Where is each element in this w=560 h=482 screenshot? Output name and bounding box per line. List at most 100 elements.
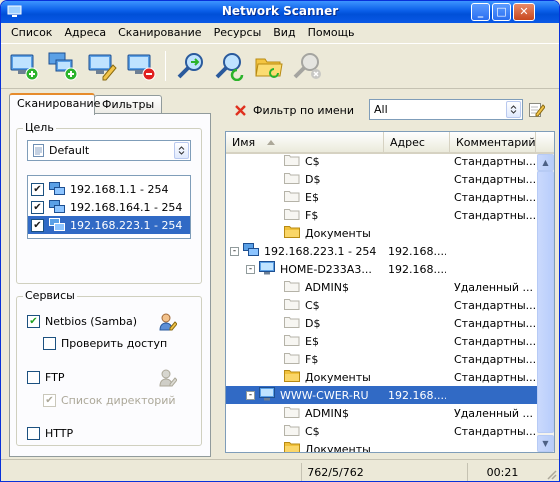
open-folder-icon xyxy=(255,58,283,78)
scroll-down-button[interactable]: ▼ xyxy=(537,435,554,452)
scan-button[interactable] xyxy=(174,48,208,84)
vertical-scrollbar[interactable]: ▲ ▼ xyxy=(537,154,554,452)
collapse-icon[interactable]: - xyxy=(246,264,255,274)
tree-cell-name: F$ xyxy=(284,351,382,367)
share-folder-icon xyxy=(284,155,300,166)
tab-filters[interactable]: Фильтры xyxy=(94,95,162,114)
rescan-button[interactable] xyxy=(213,48,247,84)
check-access-label: Проверить доступ xyxy=(61,337,168,350)
column-address[interactable]: Адрес xyxy=(384,132,450,152)
user-settings-icon[interactable] xyxy=(159,313,177,331)
scroll-thumb[interactable] xyxy=(537,171,554,433)
target-item[interactable]: ✔ 192.168.164.1 - 254 xyxy=(28,198,190,216)
stop-scan-button[interactable] xyxy=(291,48,325,84)
tree-row[interactable]: ADMIN$ Удаленный ... xyxy=(226,278,538,296)
target-checkbox[interactable]: ✔ xyxy=(31,200,44,214)
menu-addresses[interactable]: Адреса xyxy=(58,26,112,39)
tree-cell-name: D$ xyxy=(284,315,382,331)
clear-filter-icon[interactable] xyxy=(235,104,246,116)
tab-scanning[interactable]: Сканирование xyxy=(9,93,100,115)
tree-name-text: C$ xyxy=(305,154,320,168)
tree-row[interactable]: F$ Стандартны... xyxy=(226,350,538,368)
check-access-checkbox[interactable] xyxy=(43,337,56,350)
dir-list-option: ✔ Список директорий xyxy=(43,394,176,407)
status-bar: 762/5/762 00:21 xyxy=(1,459,559,481)
tree-name-text: HOME-D233A3... xyxy=(280,262,372,276)
tree-name-text: ADMIN$ xyxy=(305,280,349,294)
user-settings-icon xyxy=(159,369,177,387)
tree-row[interactable]: - HOME-D233A3... 192.168.... xyxy=(226,260,538,278)
status-count: 762/5/762 xyxy=(301,463,369,481)
tree-cell-name: - 192.168.223.1 - 254 xyxy=(230,242,382,260)
tree-row-selected[interactable]: - WWW-CWER-RU 192.168.... xyxy=(226,386,538,404)
ftp-option[interactable]: FTP xyxy=(27,371,65,384)
menu-scan[interactable]: Сканирование xyxy=(112,26,207,39)
tree-name-text: C$ xyxy=(305,424,320,438)
tree-row[interactable]: D$ Стандартны... xyxy=(226,314,538,332)
tree-cell-name: Документы xyxy=(284,369,382,385)
tree-row[interactable]: - 192.168.223.1 - 254 192.168.... xyxy=(226,242,538,260)
target-item[interactable]: ✔ 192.168.1.1 - 254 xyxy=(28,180,190,198)
tree-cell-name: ADMIN$ xyxy=(284,279,382,295)
tree-row[interactable]: E$ Стандартны... xyxy=(226,188,538,206)
share-folder-icon xyxy=(284,173,300,184)
tree-row[interactable]: C$ Стандартны... xyxy=(226,422,538,440)
dropdown-arrow-icon[interactable] xyxy=(174,142,189,159)
menu-view[interactable]: Вид xyxy=(267,26,301,39)
tree-cell-comment: Стандартны... xyxy=(454,370,536,384)
add-range-button[interactable] xyxy=(46,48,80,84)
check-access-option[interactable]: Проверить доступ xyxy=(43,337,167,350)
tree-name-text: ADMIN$ xyxy=(305,406,349,420)
menu-resources[interactable]: Ресурсы xyxy=(208,26,268,39)
collapse-icon[interactable]: - xyxy=(246,390,255,400)
remove-host-button[interactable] xyxy=(124,48,158,84)
tree-row[interactable]: Документы Стандартны... xyxy=(226,368,538,386)
filter-input[interactable]: All xyxy=(369,99,523,120)
tree-cell-comment: Стандартны... xyxy=(454,190,536,204)
open-folder-button[interactable] xyxy=(252,48,286,84)
target-checkbox[interactable]: ✔ xyxy=(31,218,44,232)
tree-name-text: F$ xyxy=(305,352,319,366)
tree-row[interactable]: Документы xyxy=(226,224,538,242)
tree-row[interactable]: D$ Стандартны... xyxy=(226,170,538,188)
edit-host-button[interactable] xyxy=(85,48,119,84)
column-name[interactable]: Имя xyxy=(226,132,384,152)
target-item-selected[interactable]: ✔ 192.168.223.1 - 254 xyxy=(28,216,190,234)
share-folder-icon xyxy=(284,191,300,202)
http-checkbox[interactable] xyxy=(27,427,40,440)
netbios-checkbox[interactable]: ✔ xyxy=(27,315,40,328)
menu-list[interactable]: Список xyxy=(5,26,58,39)
tree-cell-comment: Стандартны... xyxy=(454,298,536,312)
remove-host-icon xyxy=(127,54,156,81)
tree-cell-comment: Стандартны... xyxy=(454,316,536,330)
target-checkbox[interactable]: ✔ xyxy=(31,182,44,196)
close-button[interactable]: ✕ xyxy=(513,3,535,21)
netbios-option[interactable]: ✔ Netbios (Samba) xyxy=(27,315,137,328)
tree-row[interactable]: Документы xyxy=(226,440,538,452)
ftp-checkbox[interactable] xyxy=(27,371,40,384)
maximize-button[interactable]: □ xyxy=(492,3,511,21)
title-bar[interactable]: Network Scanner _ □ ✕ xyxy=(1,1,559,23)
tree-name-text: Документы xyxy=(305,370,371,384)
tree-row[interactable]: C$ Стандартны... xyxy=(226,152,538,170)
minimize-button[interactable]: _ xyxy=(471,3,490,21)
dropdown-arrow-icon[interactable] xyxy=(506,101,521,118)
tree-row[interactable]: E$ Стандартны... xyxy=(226,332,538,350)
toolbar-separator xyxy=(165,51,166,81)
scroll-up-button[interactable]: ▲ xyxy=(537,154,554,171)
target-group: Цель Default ✔ 192.168.1.1 - 254 ✔ 192.1… xyxy=(16,121,202,284)
folder-icon xyxy=(284,442,300,452)
tree-row[interactable]: F$ Стандартны... xyxy=(226,206,538,224)
http-option[interactable]: HTTP xyxy=(27,427,73,440)
resize-grip-icon[interactable] xyxy=(545,468,557,480)
share-folder-icon xyxy=(284,299,300,310)
column-comment[interactable]: Комментарий xyxy=(450,132,536,152)
tree-cell-name: C$ xyxy=(284,423,382,439)
menu-help[interactable]: Помощь xyxy=(302,26,361,39)
collapse-icon[interactable]: - xyxy=(230,246,239,256)
tree-row[interactable]: C$ Стандартны... xyxy=(226,296,538,314)
add-host-button[interactable] xyxy=(7,48,41,84)
target-profile-select[interactable]: Default xyxy=(27,140,191,161)
edit-filter-icon[interactable] xyxy=(529,101,545,117)
tree-row[interactable]: ADMIN$ Удаленный ... xyxy=(226,404,538,422)
